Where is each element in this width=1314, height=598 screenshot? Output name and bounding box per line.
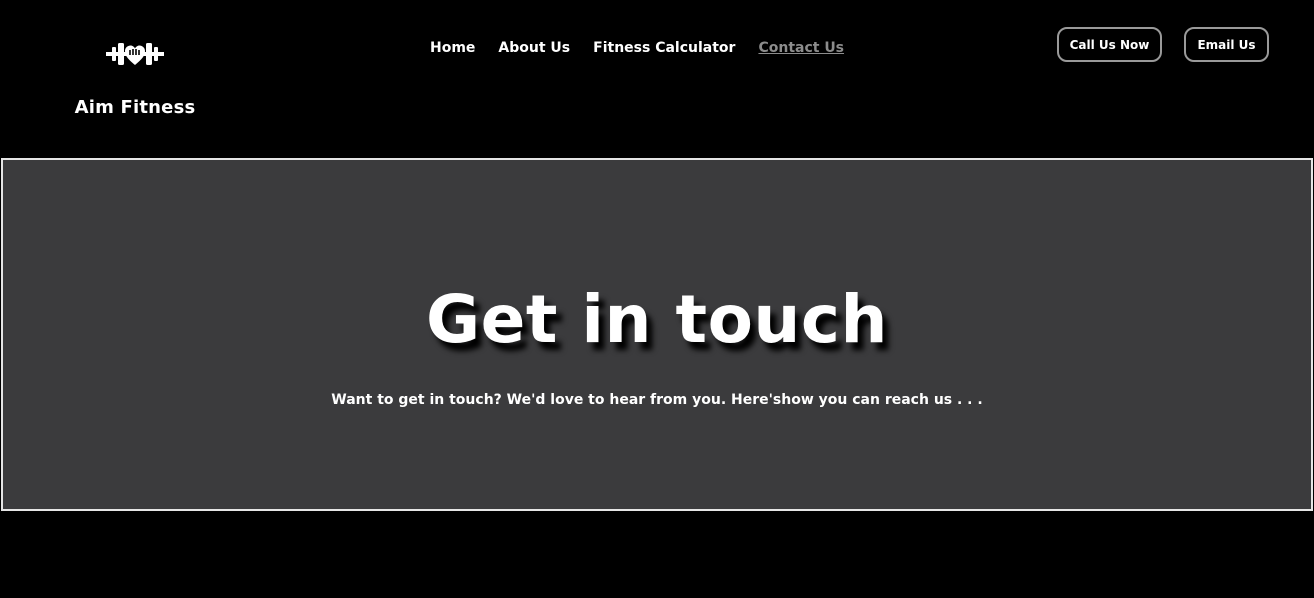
brand[interactable]: Aim Fitness xyxy=(70,38,200,118)
hero-subtitle: Want to get in touch? We'd love to hear … xyxy=(331,392,983,408)
hero-title: Get in touch xyxy=(425,281,889,358)
nav-fitness-calculator-link[interactable]: Fitness Calculator xyxy=(593,38,735,58)
nav-about-us-link[interactable]: About Us xyxy=(498,38,570,58)
call-us-now-button[interactable]: Call Us Now xyxy=(1057,27,1162,62)
nav-contact-us-link[interactable]: Contact Us xyxy=(758,38,844,58)
site-header: Aim Fitness Home About Us Fitness Calcul… xyxy=(0,0,1314,158)
dumbbell-heart-icon xyxy=(106,43,164,65)
page-bottom-area xyxy=(0,511,1314,598)
hero-section: Get in touch Want to get in touch? We'd … xyxy=(1,158,1313,511)
brand-name: Aim Fitness xyxy=(74,97,196,118)
email-us-button[interactable]: Email Us xyxy=(1184,27,1269,62)
nav-home-link[interactable]: Home xyxy=(430,38,475,58)
main-nav: Home About Us Fitness Calculator Contact… xyxy=(430,38,844,58)
